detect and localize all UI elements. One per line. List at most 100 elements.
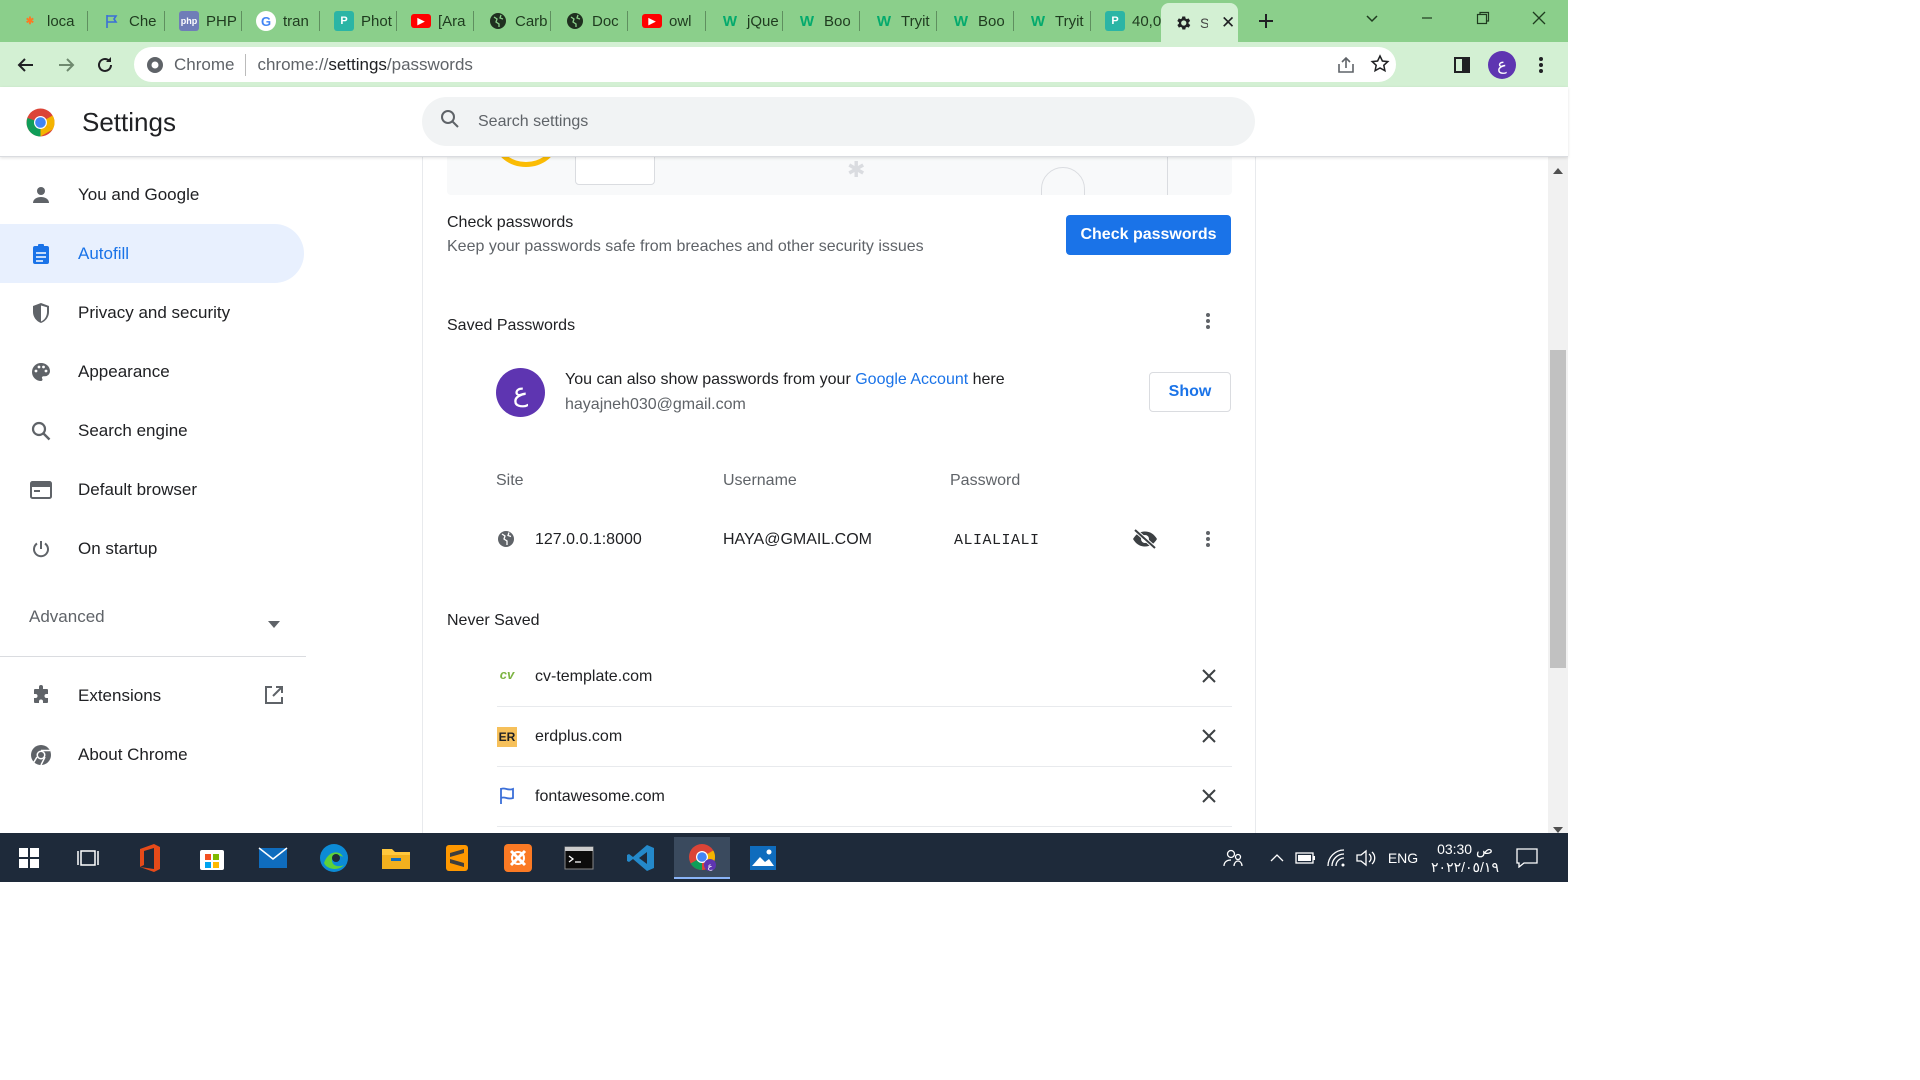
browser-tab[interactable]: Doc [551, 6, 628, 36]
check-passwords-description: Keep your passwords safe from breaches a… [447, 238, 924, 255]
tab-strip: ✱ loca Che php PHP G tran P Phot ▶ [Ara … [0, 0, 1568, 42]
p-icon: P [334, 11, 354, 31]
dropdown-arrow-icon [268, 613, 280, 633]
w3schools-icon: W [953, 12, 969, 30]
w3schools-icon: W [799, 12, 815, 30]
nav-about-chrome[interactable]: About Chrome [0, 725, 304, 784]
bookmark-star-icon[interactable] [1370, 54, 1390, 79]
url-text: chrome://settings/passwords [257, 54, 473, 74]
browser-tab[interactable]: ✱ loca [6, 6, 88, 36]
column-header-site: Site [496, 472, 524, 489]
share-icon[interactable] [1336, 55, 1356, 80]
browser-tab[interactable]: P Phot [320, 6, 397, 36]
browser-tab[interactable]: Che [88, 6, 165, 36]
close-window-button[interactable] [1517, 0, 1561, 36]
office-icon[interactable] [122, 837, 178, 879]
forward-button[interactable] [50, 49, 82, 81]
browser-tab[interactable]: ▶ [Ara [397, 6, 474, 36]
saved-passwords-menu-icon[interactable] [1205, 312, 1211, 335]
chrome-logo-icon [26, 108, 55, 142]
google-account-link[interactable]: Google Account [855, 371, 968, 388]
flag-icon [102, 11, 122, 31]
site-globe-icon [497, 530, 515, 553]
nav-extensions[interactable]: Extensions [0, 666, 304, 725]
browser-tab[interactable]: W jQue [706, 6, 783, 36]
palette-icon [29, 360, 53, 384]
browser-tab-active[interactable]: S ✕ [1161, 3, 1238, 42]
language-indicator[interactable]: ENG [1384, 833, 1422, 882]
scrollbar-thumb[interactable] [1550, 350, 1566, 668]
close-tab-icon[interactable]: ✕ [1221, 13, 1235, 33]
chrome-taskbar-icon[interactable]: ع [674, 837, 730, 879]
browser-tab[interactable]: W Tryit [860, 6, 937, 36]
microsoft-store-icon[interactable] [184, 837, 240, 879]
password-check-illustration: ✱ [447, 157, 1232, 195]
wifi-icon[interactable] [1322, 833, 1352, 882]
password-row-menu-icon[interactable] [1205, 530, 1211, 553]
chrome-menu-icon[interactable] [1525, 49, 1557, 81]
check-passwords-button[interactable]: Check passwords [1066, 215, 1231, 255]
minimize-button[interactable] [1405, 0, 1449, 36]
browser-tab[interactable]: W Tryit [1014, 6, 1091, 36]
browser-tab[interactable]: W Boo [783, 6, 860, 36]
php-icon: php [179, 11, 199, 31]
nav-you-and-google[interactable]: You and Google [0, 165, 304, 224]
tray-chevron-up-icon[interactable] [1264, 833, 1290, 882]
back-button[interactable] [10, 49, 42, 81]
browser-tab[interactable]: php PHP [165, 6, 242, 36]
omnibox-chip[interactable]: Chrome [174, 55, 234, 75]
omnibox[interactable]: Chrome chrome://settings/passwords [134, 47, 1396, 82]
browser-tab[interactable]: Carb [474, 6, 551, 36]
show-button[interactable]: Show [1149, 372, 1231, 412]
browser-tab[interactable]: ▶ owl [628, 6, 706, 36]
tab-search-chevron-icon[interactable] [1350, 0, 1394, 36]
people-icon[interactable] [1218, 833, 1248, 882]
passwords-card: ✱ Check passwords Keep your passwords sa… [422, 157, 1256, 833]
nav-search-engine[interactable]: Search engine [0, 401, 304, 460]
nav-default-browser[interactable]: Default browser [0, 460, 304, 519]
nav-appearance[interactable]: Appearance [0, 342, 304, 401]
new-tab-button[interactable] [1244, 3, 1288, 39]
side-panel-icon[interactable] [1446, 49, 1478, 81]
scroll-up-arrow-icon[interactable] [1553, 161, 1563, 179]
gear-icon [1173, 13, 1193, 33]
browser-toolbar: Chrome chrome://settings/passwords ع [0, 42, 1568, 87]
profile-avatar[interactable]: ع [1486, 49, 1518, 81]
external-link-icon [264, 685, 284, 710]
windows-start-icon[interactable] [2, 837, 56, 879]
xampp-icon[interactable] [490, 837, 546, 879]
sublime-text-icon[interactable] [429, 837, 485, 879]
w3schools-icon: W [876, 12, 892, 30]
remove-x-icon[interactable] [1201, 668, 1217, 689]
battery-icon[interactable] [1292, 833, 1320, 882]
browser-tab[interactable]: P 40,0 [1091, 6, 1161, 36]
column-header-username: Username [723, 472, 797, 489]
browser-tab[interactable]: W Boo [937, 6, 1014, 36]
browser-tab[interactable]: G tran [242, 6, 320, 36]
mail-icon[interactable] [245, 837, 301, 879]
reload-button[interactable] [89, 49, 121, 81]
edge-icon[interactable] [306, 837, 362, 879]
remove-x-icon[interactable] [1201, 788, 1217, 809]
xampp-icon: ✱ [25, 15, 35, 27]
search-settings-input[interactable]: Search settings [422, 97, 1255, 146]
task-view-icon[interactable] [60, 837, 116, 879]
password-username: HAYA@GMAIL.COM [723, 531, 872, 548]
column-header-password: Password [950, 472, 1021, 489]
hide-password-eye-icon[interactable] [1132, 528, 1158, 555]
nav-on-startup[interactable]: On startup [0, 519, 304, 578]
clock[interactable]: 03:30 ص ٢٠٢٢/٠٥/١٩ [1426, 833, 1504, 882]
volume-icon[interactable] [1352, 833, 1380, 882]
restore-button[interactable] [1461, 0, 1505, 36]
nav-privacy-and-security[interactable]: Privacy and security [0, 283, 304, 342]
notification-center-icon[interactable] [1508, 833, 1546, 882]
nav-advanced[interactable]: Advanced [0, 587, 304, 646]
terminal-icon[interactable] [551, 837, 607, 879]
page-scrollbar[interactable] [1548, 157, 1568, 833]
photos-icon[interactable] [735, 837, 791, 879]
file-explorer-icon[interactable] [368, 837, 424, 879]
nav-autofill[interactable]: Autofill [0, 224, 304, 283]
vscode-icon[interactable] [613, 837, 669, 879]
remove-x-icon[interactable] [1201, 728, 1217, 749]
fontawesome-flag-icon [498, 787, 516, 810]
